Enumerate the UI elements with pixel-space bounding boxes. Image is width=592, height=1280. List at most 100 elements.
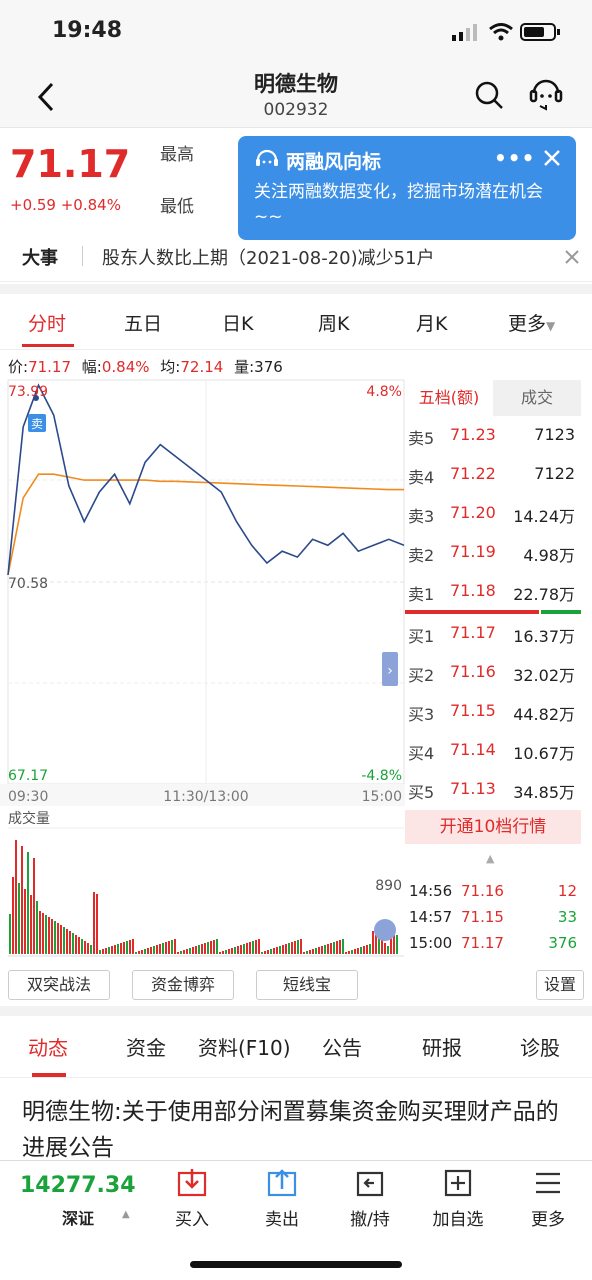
close-icon[interactable] (564, 249, 580, 265)
volume-bar (84, 941, 86, 954)
intraday-chart[interactable]: 73.99 70.58 67.17 4.8% -4.8% 卖 › 09:30 1… (0, 378, 405, 958)
home-indicator[interactable] (190, 1261, 402, 1268)
signal-icon (452, 24, 477, 41)
tab-order-book[interactable]: 五档(额) (405, 380, 493, 416)
row-volume: 34.85万 (513, 783, 575, 802)
tick-time: 14:57 (409, 908, 453, 926)
row-volume: 14.24万 (513, 507, 575, 526)
tab-research[interactable]: 研报 (422, 1032, 462, 1061)
volume-label: 成交量 (8, 810, 50, 827)
nav-bar: 明德生物 002932 (0, 62, 592, 128)
row-volume: 7123 (534, 425, 575, 444)
volume-bar (36, 901, 38, 954)
low-label: 最低 (160, 197, 194, 217)
close-icon[interactable] (542, 148, 562, 168)
row-label: 卖1 (408, 585, 435, 604)
amp-label: 幅: (81, 358, 102, 376)
tab-f10[interactable]: 资料(F10) (198, 1032, 291, 1061)
tick-volume: 12 (557, 882, 577, 900)
dropdown-icon: ▼ (546, 319, 556, 333)
caret-up-icon[interactable]: ▲ (122, 1209, 130, 1220)
volume-bar (228, 949, 230, 954)
article-title[interactable]: 明德生物:关于使用部分闲置募集资金购买理财产品的进展公告 (22, 1094, 572, 1166)
volume-bar (69, 931, 71, 954)
tab-capital[interactable]: 资金 (126, 1032, 166, 1061)
more-button[interactable]: 更多 (508, 1167, 588, 1230)
index-name[interactable]: 深证 (62, 1205, 94, 1229)
volume-bar (177, 952, 179, 954)
volume-bar (99, 950, 101, 954)
tab-daily-k[interactable]: 日K (222, 309, 253, 336)
news-text: 股东人数比上期（2021-08-20)减少51户 (102, 248, 435, 269)
search-icon[interactable] (474, 80, 504, 110)
high-label: 最高 (160, 145, 194, 165)
volume-bar (168, 941, 170, 954)
capital-game-button[interactable]: 资金博弈 (132, 970, 234, 1000)
open-level10-button[interactable]: 开通10档行情 (405, 810, 581, 844)
volume-bar (351, 950, 353, 954)
row-volume: 16.37万 (513, 627, 575, 646)
customer-service-icon[interactable] (528, 76, 564, 112)
tab-dynamics[interactable]: 动态 (28, 1032, 68, 1061)
volume-bar (222, 951, 224, 954)
cancel-hold-button[interactable]: 撤/持 (330, 1167, 410, 1230)
news-bar[interactable]: 大事 股东人数比上期（2021-08-20)减少51户 (0, 230, 592, 282)
sell-point-icon (33, 395, 39, 401)
volume-bar (132, 939, 134, 954)
volume-bar (12, 877, 14, 954)
tab-intraday[interactable]: 分时 (28, 309, 66, 336)
refresh-icon[interactable] (374, 919, 396, 941)
volume-bar (252, 941, 254, 954)
volume-bar (234, 947, 236, 954)
volume-bar (198, 945, 200, 954)
volume-bar (153, 946, 155, 954)
volume-bar (138, 951, 140, 954)
settings-button[interactable]: 设置 (536, 970, 584, 1000)
volume-bar (357, 948, 359, 954)
row-price: 71.23 (450, 425, 496, 444)
dual-breakout-button[interactable]: 双突战法 (8, 970, 110, 1000)
more-dots-icon[interactable]: ••• (494, 146, 535, 170)
tab-weekly-k[interactable]: 周K (318, 309, 349, 336)
volume-bar (210, 941, 212, 954)
volume-bar (270, 949, 272, 954)
price-change: +0.59 +0.84% (10, 196, 121, 214)
tick-row: 15:00 71.17 376 (409, 932, 579, 958)
tab-more[interactable]: 更多▼ (508, 309, 555, 336)
buy-button[interactable]: 买入 (152, 1167, 232, 1230)
volume-bar (339, 940, 341, 954)
row-label: 买2 (408, 666, 435, 685)
volume-bar (93, 892, 95, 954)
tab-announcement[interactable]: 公告 (322, 1032, 362, 1061)
volume-bar (111, 946, 113, 954)
buy-row-1: 买1 71.17 16.37万 (405, 614, 581, 653)
popup-text: 关注两融数据变化，挖掘市场潜在机会~~ (254, 182, 543, 227)
sell-row-4: 卖4 71.22 7122 (405, 455, 581, 494)
battery-icon (520, 23, 560, 41)
tab-five-day[interactable]: 五日 (124, 309, 162, 336)
margin-trading-popup[interactable]: 两融风向标 ••• 关注两融数据变化，挖掘市场潜在机会~~ (238, 136, 576, 240)
tab-monthly-k[interactable]: 月K (416, 309, 447, 336)
caret-up-icon[interactable]: ▲ (486, 852, 494, 865)
volume-bar (285, 944, 287, 954)
volume-bar (312, 949, 314, 954)
sell-button[interactable]: 卖出 (242, 1167, 322, 1230)
volume-bar (231, 948, 233, 954)
volume-bar (336, 941, 338, 954)
buy-row-3: 买3 71.15 44.82万 (405, 692, 581, 731)
buy-icon (177, 1169, 207, 1197)
buy-row-2: 买2 71.16 32.02万 (405, 653, 581, 692)
index-value[interactable]: 14277.34 (20, 1173, 136, 1198)
volume-bar (261, 952, 263, 954)
volume-bar (33, 858, 35, 954)
volume-bar (15, 840, 17, 954)
tab-diagnosis[interactable]: 诊股 (520, 1032, 560, 1061)
headset-icon (256, 149, 278, 166)
short-term-button[interactable]: 短线宝 (256, 970, 358, 1000)
volume-bar (54, 921, 56, 954)
volume-bar (294, 941, 296, 954)
volume-bar (318, 947, 320, 954)
add-watchlist-button[interactable]: 加自选 (418, 1167, 498, 1230)
tab-trades[interactable]: 成交 (493, 380, 581, 416)
tick-price: 71.15 (461, 908, 504, 926)
